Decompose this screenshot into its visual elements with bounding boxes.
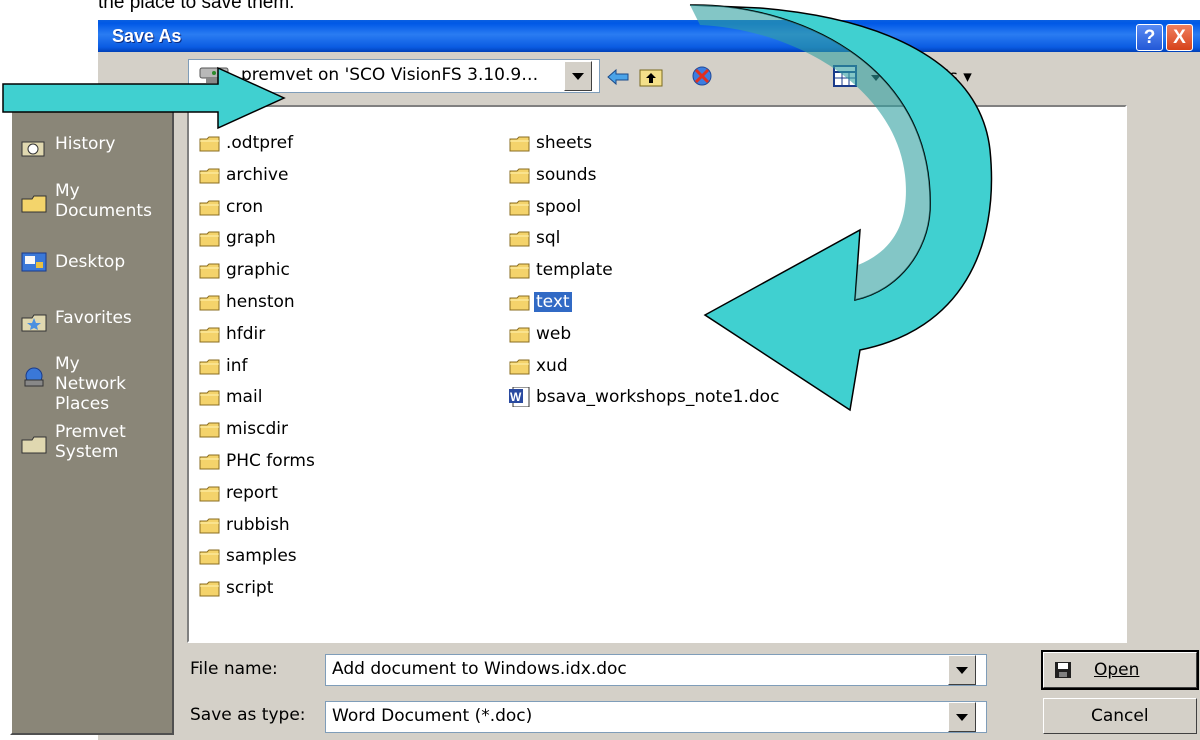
annotation-overlay [2, 4, 993, 412]
left-arrow-annotation [2, 66, 286, 130]
